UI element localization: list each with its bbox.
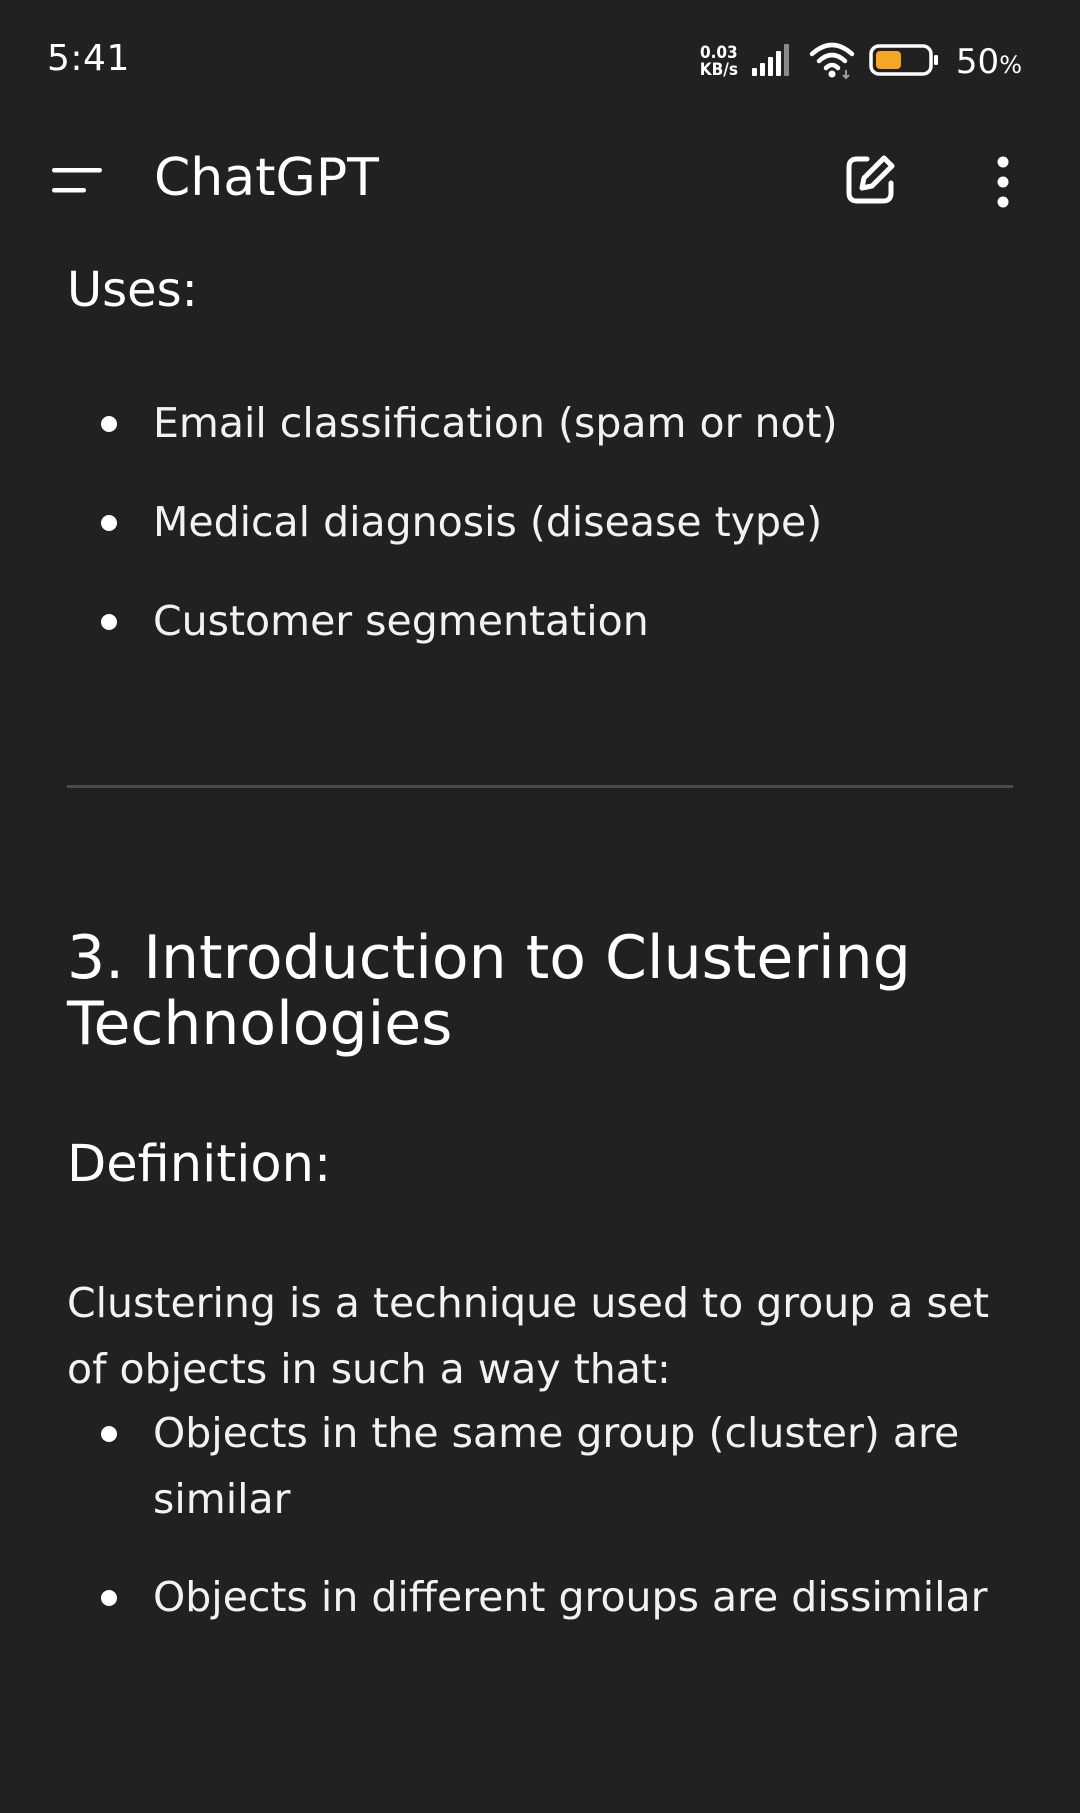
definition-paragraph: Clustering is a technique used to group … bbox=[67, 1279, 990, 1393]
definition-heading: Definition: bbox=[67, 1135, 332, 1194]
signal-icon bbox=[750, 42, 796, 82]
battery-percentage: 50% bbox=[956, 42, 1022, 82]
section-divider bbox=[67, 785, 1013, 788]
app-title: ChatGPT bbox=[154, 148, 379, 208]
list-item-text: Objects in different groups are dissimil… bbox=[153, 1573, 988, 1621]
app-bar: ChatGPT bbox=[0, 130, 1080, 230]
bullet-icon bbox=[101, 1590, 117, 1606]
battery-icon bbox=[868, 42, 940, 82]
section-heading: 3. Introduction to Clustering Technologi… bbox=[67, 923, 911, 1059]
definition-list: Objects in the same group (cluster) are … bbox=[67, 1400, 1017, 1662]
network-speed: 0.03 KB/s bbox=[700, 45, 738, 79]
list-item-text: Medical diagnosis (disease type) bbox=[153, 498, 823, 546]
list-item-text: Objects in the same group (cluster) are … bbox=[153, 1409, 960, 1523]
network-speed-unit: KB/s bbox=[699, 60, 738, 80]
uses-heading: Uses: bbox=[67, 262, 198, 318]
list-item: Email classification (spam or not) bbox=[67, 390, 1017, 456]
list-item-text: Customer segmentation bbox=[153, 597, 649, 645]
bullet-icon bbox=[101, 614, 117, 630]
menu-icon[interactable] bbox=[50, 160, 104, 202]
status-bar: 5:41 0.03 KB/s 50% bbox=[0, 0, 1080, 120]
status-time: 5:41 bbox=[47, 38, 130, 79]
battery-percentage-value: 50 bbox=[955, 42, 1000, 82]
list-item: Objects in different groups are dissimil… bbox=[67, 1564, 1017, 1630]
new-chat-icon[interactable] bbox=[842, 152, 898, 208]
more-options-icon[interactable] bbox=[985, 154, 1021, 210]
bullet-icon bbox=[101, 515, 117, 531]
bullet-icon bbox=[101, 1426, 117, 1442]
uses-list: Email classification (spam or not) Medic… bbox=[67, 390, 1017, 687]
list-item: Objects in the same group (cluster) are … bbox=[67, 1400, 1017, 1532]
battery-percentage-sign: % bbox=[999, 51, 1022, 79]
wifi-icon bbox=[808, 40, 856, 84]
list-item: Medical diagnosis (disease type) bbox=[67, 489, 1017, 555]
status-indicators: 0.03 KB/s 50% bbox=[700, 40, 1022, 84]
list-item-text: Email classification (spam or not) bbox=[153, 399, 838, 447]
bullet-icon bbox=[101, 416, 117, 432]
list-item: Customer segmentation bbox=[67, 588, 1017, 654]
